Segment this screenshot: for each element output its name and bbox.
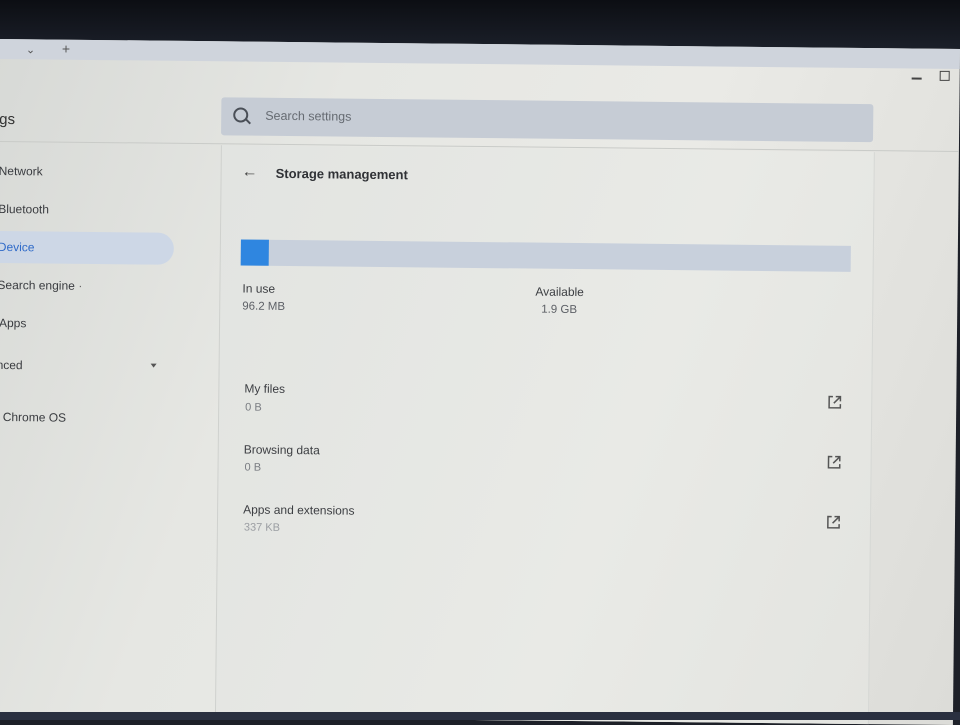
row-label: My files [244, 381, 286, 396]
sidebar: Network Bluetooth Device Search engine ·… [0, 147, 221, 717]
available-value: 1.9 GB [541, 303, 578, 317]
decorative-dot: · [78, 278, 83, 293]
in-use-label: In use [242, 281, 276, 296]
sidebar-item-label: nced [0, 357, 23, 373]
storage-management-panel: ← Storage management In use 96.2 MB Avai… [214, 145, 875, 725]
tab-dropdown-icon[interactable]: ⌄ [26, 43, 35, 56]
chevron-down-icon [150, 363, 157, 368]
sidebar-item-label: Bluetooth [0, 201, 50, 217]
row-label: Apps and extensions [243, 502, 355, 518]
external-link-icon[interactable] [826, 515, 841, 530]
row-label: Browsing data [243, 442, 320, 458]
sidebar-item-about[interactable]: t Chrome OS [0, 401, 172, 435]
back-arrow-icon[interactable]: ← [242, 164, 258, 182]
settings-window: ⌄ + gs Search settings Network Bluetooth… [0, 38, 960, 725]
search-input[interactable]: Search settings [221, 97, 874, 143]
sidebar-item-search-engine[interactable]: Search engine · [0, 269, 174, 303]
sidebar-item-bluetooth[interactable]: Bluetooth [0, 193, 174, 227]
storage-usage-fill [240, 239, 269, 266]
sidebar-item-label: Device [0, 239, 35, 255]
sidebar-item-label: t Chrome OS [0, 409, 67, 425]
sidebar-item-label: Search engine [0, 277, 75, 293]
laptop-bezel-bottom [0, 712, 960, 720]
sidebar-item-label: Network [0, 163, 43, 179]
row-value: 0 B [244, 461, 262, 474]
available-label: Available [535, 284, 584, 300]
settings-header: gs Search settings [0, 84, 960, 153]
row-value: 337 KB [243, 521, 281, 534]
sidebar-item-label: Apps [0, 315, 27, 331]
sidebar-item-device[interactable]: Device [0, 230, 175, 265]
app-title: gs [0, 110, 16, 129]
sidebar-item-network[interactable]: Network [0, 155, 175, 189]
row-value: 0 B [245, 401, 262, 414]
window-controls [911, 70, 950, 81]
sidebar-item-apps[interactable]: Apps [0, 307, 173, 341]
search-placeholder: Search settings [265, 108, 352, 124]
maximize-icon[interactable] [939, 70, 950, 81]
minimize-icon[interactable] [911, 77, 922, 80]
search-icon [233, 107, 249, 123]
new-tab-icon[interactable]: + [62, 41, 70, 57]
page-title: Storage management [275, 165, 408, 183]
external-link-icon[interactable] [827, 395, 842, 410]
in-use-value: 96.2 MB [242, 300, 286, 313]
external-link-icon[interactable] [827, 455, 842, 470]
sidebar-item-advanced[interactable]: nced [0, 349, 173, 383]
storage-usage-bar [240, 239, 851, 272]
